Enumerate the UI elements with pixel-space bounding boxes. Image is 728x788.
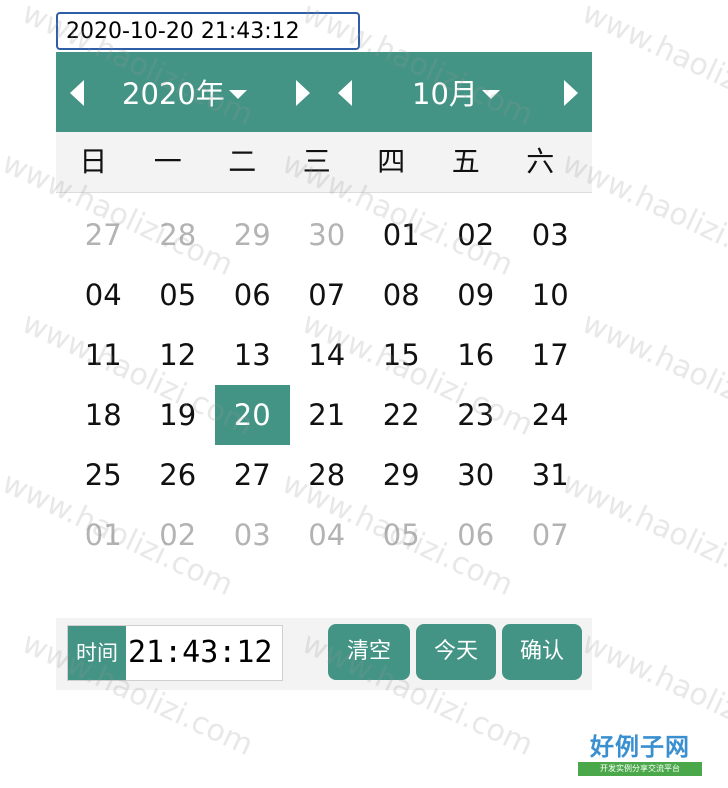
site-logo: 好例子网 开发实例分享交流平台 <box>578 732 702 780</box>
week-row: 04 05 06 07 08 09 10 <box>66 265 588 325</box>
day-cell[interactable]: 22 <box>364 385 439 445</box>
logo-title: 好例子网 <box>590 733 690 761</box>
day-cell-other-month[interactable]: 04 <box>290 505 365 565</box>
day-cell[interactable]: 04 <box>66 265 141 325</box>
prev-year-icon[interactable] <box>70 80 84 106</box>
weekday-label: 日 <box>79 145 108 178</box>
day-cell-other-month[interactable]: 27 <box>66 205 141 265</box>
day-cell[interactable]: 08 <box>364 265 439 325</box>
day-cell-other-month[interactable]: 01 <box>66 505 141 565</box>
weekday-label: 六 <box>526 145 555 178</box>
day-cell[interactable]: 10 <box>513 265 588 325</box>
day-cell[interactable]: 24 <box>513 385 588 445</box>
day-cell[interactable]: 18 <box>66 385 141 445</box>
day-cell[interactable]: 23 <box>439 385 514 445</box>
today-button[interactable]: 今天 <box>416 624 496 680</box>
day-cell[interactable]: 01 <box>364 205 439 265</box>
month-select[interactable]: 10月 <box>412 74 500 111</box>
watermark-text: www.haolizi.com <box>577 0 728 133</box>
weekday-label: 一 <box>153 145 182 178</box>
day-cell[interactable]: 07 <box>290 265 365 325</box>
week-row: 27 28 29 30 01 02 03 <box>66 205 588 265</box>
day-cell[interactable]: 31 <box>513 445 588 505</box>
day-cell[interactable]: 26 <box>141 445 216 505</box>
logo-subtitle: 开发实例分享交流平台 <box>578 762 702 776</box>
day-grid: 27 28 29 30 01 02 03 04 05 06 07 08 09 10 11 12 13 14 15 16… <box>66 205 588 565</box>
day-cell-other-month[interactable]: 07 <box>513 505 588 565</box>
week-row: 18 19 20 21 22 23 24 <box>66 385 588 445</box>
datetime-input[interactable] <box>56 12 360 50</box>
day-cell[interactable]: 05 <box>141 265 216 325</box>
weekday-label: 五 <box>451 145 480 178</box>
date-picker-panel: 2020年 10月 日一二三四五六 27 28 29 30 01 02 03 04 05 06 07… <box>56 52 592 552</box>
day-cell[interactable]: 27 <box>215 445 290 505</box>
week-row: 11 12 13 14 15 16 17 <box>66 325 588 385</box>
day-cell-other-month[interactable]: 06 <box>439 505 514 565</box>
day-cell[interactable]: 14 <box>290 325 365 385</box>
day-cell-other-month[interactable]: 29 <box>215 205 290 265</box>
next-month-icon[interactable] <box>564 80 578 106</box>
day-cell[interactable]: 21 <box>290 385 365 445</box>
day-cell[interactable]: 06 <box>215 265 290 325</box>
prev-month-icon[interactable] <box>338 80 352 106</box>
day-cell-other-month[interactable]: 02 <box>141 505 216 565</box>
weekday-label: 二 <box>228 145 257 178</box>
clear-button[interactable]: 清空 <box>328 624 410 680</box>
year-select[interactable]: 2020年 <box>122 74 247 111</box>
day-cell[interactable]: 29 <box>364 445 439 505</box>
day-cell[interactable]: 25 <box>66 445 141 505</box>
day-cell[interactable]: 19 <box>141 385 216 445</box>
day-cell-other-month[interactable]: 03 <box>215 505 290 565</box>
day-cell[interactable]: 09 <box>439 265 514 325</box>
day-cell[interactable]: 02 <box>439 205 514 265</box>
day-cell-other-month[interactable]: 28 <box>141 205 216 265</box>
week-row: 25 26 27 28 29 30 31 <box>66 445 588 505</box>
picker-footer: 时间 21:43:12 清空 今天 确认 <box>56 618 592 690</box>
month-label: 10月 <box>412 77 478 111</box>
day-cell-other-month[interactable]: 05 <box>364 505 439 565</box>
day-cell[interactable]: 28 <box>290 445 365 505</box>
day-cell[interactable]: 15 <box>364 325 439 385</box>
time-value[interactable]: 21:43:12 <box>126 626 282 680</box>
day-cell-other-month[interactable]: 30 <box>290 205 365 265</box>
picker-header: 2020年 10月 <box>56 52 592 132</box>
time-field[interactable]: 时间 21:43:12 <box>67 625 283 681</box>
day-cell[interactable]: 03 <box>513 205 588 265</box>
watermark-text: www.haolizi.com <box>577 306 728 444</box>
week-row: 01 02 03 04 05 06 07 <box>66 505 588 565</box>
day-cell[interactable]: 16 <box>439 325 514 385</box>
day-cell[interactable]: 30 <box>439 445 514 505</box>
weekday-label: 三 <box>302 145 331 178</box>
day-cell[interactable]: 17 <box>513 325 588 385</box>
day-cell-selected[interactable]: 20 <box>215 385 290 445</box>
day-cell[interactable]: 13 <box>215 325 290 385</box>
weekday-label: 四 <box>377 145 406 178</box>
year-label: 2020年 <box>122 77 225 111</box>
month-dropdown-caret-icon <box>481 89 500 99</box>
time-label: 时间 <box>68 626 126 680</box>
day-cell[interactable]: 12 <box>141 325 216 385</box>
confirm-button[interactable]: 确认 <box>502 624 582 680</box>
next-year-icon[interactable] <box>296 80 310 106</box>
weekday-header-row: 日一二三四五六 <box>56 132 592 193</box>
day-cell[interactable]: 11 <box>66 325 141 385</box>
year-dropdown-caret-icon <box>228 89 247 99</box>
